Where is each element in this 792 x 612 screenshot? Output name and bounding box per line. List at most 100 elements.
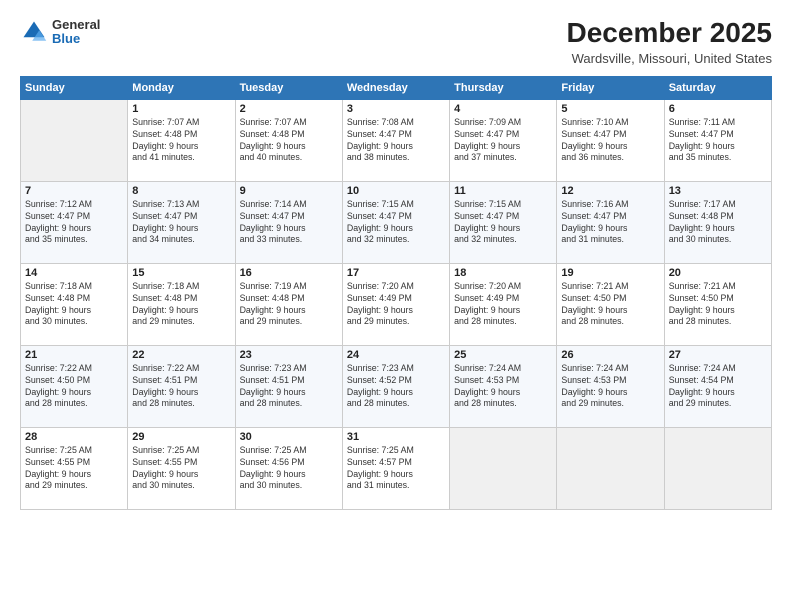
day-number: 15 <box>132 267 230 279</box>
day-info: Sunrise: 7:23 AMSunset: 4:52 PMDaylight:… <box>347 363 445 411</box>
day-number: 2 <box>240 103 338 115</box>
calendar-cell: 22Sunrise: 7:22 AMSunset: 4:51 PMDayligh… <box>128 345 235 427</box>
day-number: 16 <box>240 267 338 279</box>
day-info: Sunrise: 7:25 AMSunset: 4:56 PMDaylight:… <box>240 445 338 493</box>
day-number: 3 <box>347 103 445 115</box>
calendar-cell: 16 Sunrise: 7:19 AMSunset: 4:48 PMDayligh… <box>235 263 342 345</box>
day-number: 19 <box>561 267 659 279</box>
day-info: Sunrise: 7:21 AMSunset: 4:50 PMDaylight:… <box>561 281 659 329</box>
calendar-week-3: 14 Sunrise: 7:18 AMSunset: 4:48 PMDayligh… <box>21 263 772 345</box>
logo: General Blue <box>20 18 100 47</box>
calendar-cell: 23Sunrise: 7:23 AMSunset: 4:51 PMDayligh… <box>235 345 342 427</box>
day-number: 26 <box>561 349 659 361</box>
day-info: Sunrise: 7:18 AMSunset: 4:48 PMDaylight:… <box>25 281 123 329</box>
day-info: Sunrise: 7:19 AMSunset: 4:48 PMDaylight:… <box>240 281 338 329</box>
day-info: Sunrise: 7:25 AMSunset: 4:57 PMDaylight:… <box>347 445 445 493</box>
day-number: 27 <box>669 349 767 361</box>
day-number: 31 <box>347 431 445 443</box>
day-number: 18 <box>454 267 552 279</box>
day-number: 5 <box>561 103 659 115</box>
header: General Blue December 2025 Wardsville, M… <box>20 18 772 66</box>
calendar-body: 1 Sunrise: 7:07 AMSunset: 4:48 PMDaylight… <box>21 99 772 509</box>
month-title: December 2025 <box>567 18 772 49</box>
calendar-cell: 27 Sunrise: 7:24 AMSunset: 4:54 PMDayligh… <box>664 345 771 427</box>
logo-general: General <box>52 17 100 32</box>
day-number: 9 <box>240 185 338 197</box>
calendar-cell: 9 Sunrise: 7:14 AMSunset: 4:47 PMDaylight… <box>235 181 342 263</box>
calendar-cell: 3 Sunrise: 7:08 AMSunset: 4:47 PMDaylight… <box>342 99 449 181</box>
calendar-cell: 7Sunrise: 7:12 AMSunset: 4:47 PMDaylight… <box>21 181 128 263</box>
day-info: Sunrise: 7:24 AMSunset: 4:53 PMDaylight:… <box>454 363 552 411</box>
col-wednesday: Wednesday <box>342 76 449 99</box>
day-info: Sunrise: 7:22 AMSunset: 4:50 PMDaylight:… <box>25 363 123 411</box>
day-info: Sunrise: 7:07 AMSunset: 4:48 PMDaylight:… <box>132 117 230 165</box>
day-number: 24 <box>347 349 445 361</box>
calendar-cell: 19 Sunrise: 7:21 AMSunset: 4:50 PMDayligh… <box>557 263 664 345</box>
day-info: Sunrise: 7:10 AMSunset: 4:47 PMDaylight:… <box>561 117 659 165</box>
day-number: 10 <box>347 185 445 197</box>
day-number: 30 <box>240 431 338 443</box>
col-tuesday: Tuesday <box>235 76 342 99</box>
day-number: 11 <box>454 185 552 197</box>
day-info: Sunrise: 7:16 AMSunset: 4:47 PMDaylight:… <box>561 199 659 247</box>
calendar-cell: 13 Sunrise: 7:17 AMSunset: 4:48 PMDayligh… <box>664 181 771 263</box>
calendar-cell: 12 Sunrise: 7:16 AMSunset: 4:47 PMDayligh… <box>557 181 664 263</box>
calendar-cell: 20 Sunrise: 7:21 AMSunset: 4:50 PMDayligh… <box>664 263 771 345</box>
calendar-cell <box>450 427 557 509</box>
day-info: Sunrise: 7:18 AMSunset: 4:48 PMDaylight:… <box>132 281 230 329</box>
day-info: Sunrise: 7:15 AMSunset: 4:47 PMDaylight:… <box>347 199 445 247</box>
location: Wardsville, Missouri, United States <box>567 51 772 66</box>
calendar-cell: 26 Sunrise: 7:24 AMSunset: 4:53 PMDayligh… <box>557 345 664 427</box>
page: General Blue December 2025 Wardsville, M… <box>0 0 792 612</box>
calendar-cell: 29 Sunrise: 7:25 AMSunset: 4:55 PMDayligh… <box>128 427 235 509</box>
logo-text: General Blue <box>52 18 100 47</box>
calendar-cell: 14 Sunrise: 7:18 AMSunset: 4:48 PMDayligh… <box>21 263 128 345</box>
calendar-cell: 10 Sunrise: 7:15 AMSunset: 4:47 PMDayligh… <box>342 181 449 263</box>
day-number: 20 <box>669 267 767 279</box>
day-info: Sunrise: 7:21 AMSunset: 4:50 PMDaylight:… <box>669 281 767 329</box>
calendar-cell: 15 Sunrise: 7:18 AMSunset: 4:48 PMDayligh… <box>128 263 235 345</box>
day-number: 29 <box>132 431 230 443</box>
day-info: Sunrise: 7:25 AMSunset: 4:55 PMDaylight:… <box>25 445 123 493</box>
day-number: 28 <box>25 431 123 443</box>
col-monday: Monday <box>128 76 235 99</box>
day-info: Sunrise: 7:24 AMSunset: 4:53 PMDaylight:… <box>561 363 659 411</box>
day-number: 13 <box>669 185 767 197</box>
calendar-cell: 1 Sunrise: 7:07 AMSunset: 4:48 PMDaylight… <box>128 99 235 181</box>
day-number: 23 <box>240 349 338 361</box>
day-info: Sunrise: 7:17 AMSunset: 4:48 PMDaylight:… <box>669 199 767 247</box>
calendar-cell <box>21 99 128 181</box>
calendar-cell: 24 Sunrise: 7:23 AMSunset: 4:52 PMDayligh… <box>342 345 449 427</box>
title-block: December 2025 Wardsville, Missouri, Unit… <box>567 18 772 66</box>
day-info: Sunrise: 7:14 AMSunset: 4:47 PMDaylight:… <box>240 199 338 247</box>
calendar-cell: 5 Sunrise: 7:10 AMSunset: 4:47 PMDaylight… <box>557 99 664 181</box>
col-sunday: Sunday <box>21 76 128 99</box>
calendar-cell: 4Sunrise: 7:09 AMSunset: 4:47 PMDaylight… <box>450 99 557 181</box>
day-number: 14 <box>25 267 123 279</box>
day-number: 8 <box>132 185 230 197</box>
calendar-cell: 31 Sunrise: 7:25 AMSunset: 4:57 PMDayligh… <box>342 427 449 509</box>
day-info: Sunrise: 7:20 AMSunset: 4:49 PMDaylight:… <box>454 281 552 329</box>
calendar-header: Sunday Monday Tuesday Wednesday Thursday… <box>21 76 772 99</box>
day-info: Sunrise: 7:24 AMSunset: 4:54 PMDaylight:… <box>669 363 767 411</box>
calendar-cell <box>557 427 664 509</box>
calendar-cell: 6Sunrise: 7:11 AMSunset: 4:47 PMDaylight… <box>664 99 771 181</box>
day-info: Sunrise: 7:13 AMSunset: 4:47 PMDaylight:… <box>132 199 230 247</box>
day-info: Sunrise: 7:15 AMSunset: 4:47 PMDaylight:… <box>454 199 552 247</box>
day-info: Sunrise: 7:11 AMSunset: 4:47 PMDaylight:… <box>669 117 767 165</box>
day-number: 25 <box>454 349 552 361</box>
day-number: 21 <box>25 349 123 361</box>
day-number: 17 <box>347 267 445 279</box>
calendar-week-1: 1 Sunrise: 7:07 AMSunset: 4:48 PMDaylight… <box>21 99 772 181</box>
day-number: 1 <box>132 103 230 115</box>
col-friday: Friday <box>557 76 664 99</box>
day-info: Sunrise: 7:25 AMSunset: 4:55 PMDaylight:… <box>132 445 230 493</box>
day-info: Sunrise: 7:07 AMSunset: 4:48 PMDaylight:… <box>240 117 338 165</box>
col-saturday: Saturday <box>664 76 771 99</box>
day-info: Sunrise: 7:08 AMSunset: 4:47 PMDaylight:… <box>347 117 445 165</box>
calendar-cell: 25 Sunrise: 7:24 AMSunset: 4:53 PMDayligh… <box>450 345 557 427</box>
day-info: Sunrise: 7:12 AMSunset: 4:47 PMDaylight:… <box>25 199 123 247</box>
calendar-cell: 30 Sunrise: 7:25 AMSunset: 4:56 PMDayligh… <box>235 427 342 509</box>
calendar-week-5: 28 Sunrise: 7:25 AMSunset: 4:55 PMDayligh… <box>21 427 772 509</box>
day-number: 12 <box>561 185 659 197</box>
